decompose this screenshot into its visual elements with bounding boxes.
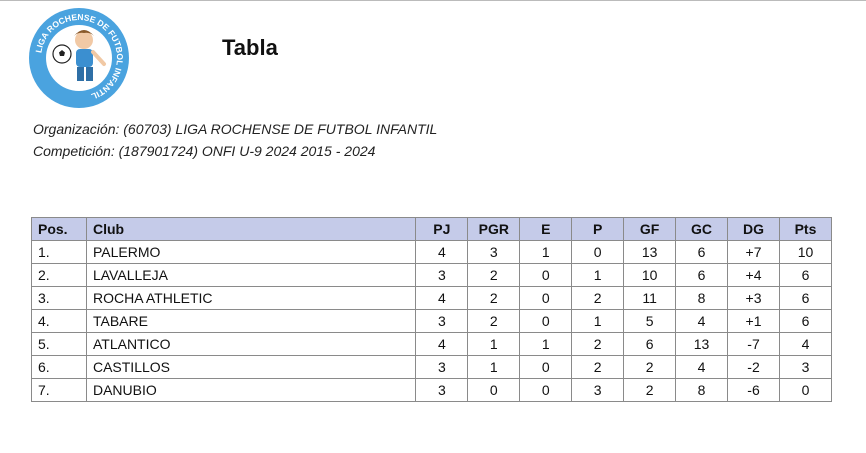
cell-pts: 10 [778, 240, 833, 264]
cell-e: 0 [519, 309, 573, 333]
cell-dg: -2 [727, 355, 780, 379]
cell-club: CASTILLOS [85, 355, 417, 379]
cell-p: 3 [571, 378, 625, 402]
league-logo: LIGA ROCHENSE DE FUTBOL INFANTIL [29, 8, 129, 108]
table-row: 7. DANUBIO 3 0 0 3 2 8 -6 0 [31, 378, 833, 402]
cell-pj: 3 [415, 309, 469, 333]
cell-pj: 3 [415, 378, 469, 402]
table-row: 6. CASTILLOS 3 1 0 2 2 4 -2 3 [31, 355, 833, 379]
cell-pj: 4 [415, 286, 469, 310]
cell-gf: 11 [623, 286, 677, 310]
cell-pos: 7. [31, 378, 87, 402]
cell-e: 0 [519, 355, 573, 379]
cell-pos: 2. [31, 263, 87, 287]
table-row: 4. TABARE 3 2 0 1 5 4 +1 6 [31, 309, 833, 333]
cell-p: 1 [571, 263, 625, 287]
cell-club: TABARE [85, 309, 417, 333]
cell-pgr: 2 [467, 286, 521, 310]
cell-pos: 5. [31, 332, 87, 356]
col-header-gc: GC [675, 217, 729, 241]
col-header-e: E [519, 217, 573, 241]
table-header-row: Pos. Club PJ PGR E P GF GC DG Pts [31, 217, 833, 241]
cell-pj: 4 [415, 240, 469, 264]
col-header-club: Club [85, 217, 417, 241]
cell-pgr: 1 [467, 355, 521, 379]
cell-dg: +4 [727, 263, 780, 287]
cell-pgr: 1 [467, 332, 521, 356]
cell-e: 0 [519, 378, 573, 402]
cell-pos: 6. [31, 355, 87, 379]
cell-pts: 3 [778, 355, 833, 379]
page-title: Tabla [222, 35, 278, 60]
cell-gf: 2 [623, 378, 677, 402]
competition-line: Competición: (187901724) ONFI U-9 2024 2… [33, 143, 376, 159]
cell-p: 2 [571, 355, 625, 379]
col-header-pj: PJ [415, 217, 469, 241]
cell-pj: 4 [415, 332, 469, 356]
cell-pos: 4. [31, 309, 87, 333]
cell-dg: -6 [727, 378, 780, 402]
cell-club: ATLANTICO [85, 332, 417, 356]
cell-dg: -7 [727, 332, 780, 356]
col-header-dg: DG [727, 217, 780, 241]
cell-e: 0 [519, 286, 573, 310]
cell-gc: 13 [675, 332, 729, 356]
cell-club: LAVALLEJA [85, 263, 417, 287]
col-header-gf: GF [623, 217, 677, 241]
cell-pts: 6 [778, 286, 833, 310]
cell-gf: 6 [623, 332, 677, 356]
cell-gc: 6 [675, 240, 729, 264]
cell-dg: +7 [727, 240, 780, 264]
col-header-p: P [571, 217, 625, 241]
cell-dg: +3 [727, 286, 780, 310]
cell-p: 1 [571, 309, 625, 333]
cell-pts: 6 [778, 263, 833, 287]
top-divider [0, 0, 866, 1]
cell-dg: +1 [727, 309, 780, 333]
cell-pos: 3. [31, 286, 87, 310]
standings-table: Pos. Club PJ PGR E P GF GC DG Pts 1. PAL… [31, 217, 833, 402]
cell-gc: 4 [675, 309, 729, 333]
cell-pgr: 2 [467, 309, 521, 333]
cell-pts: 0 [778, 378, 833, 402]
cell-pgr: 0 [467, 378, 521, 402]
cell-club: ROCHA ATHLETIC [85, 286, 417, 310]
cell-pj: 3 [415, 263, 469, 287]
cell-gf: 13 [623, 240, 677, 264]
cell-p: 2 [571, 332, 625, 356]
cell-pts: 4 [778, 332, 833, 356]
cell-pts: 6 [778, 309, 833, 333]
cell-gf: 2 [623, 355, 677, 379]
cell-pos: 1. [31, 240, 87, 264]
table-row: 3. ROCHA ATHLETIC 4 2 0 2 11 8 +3 6 [31, 286, 833, 310]
table-row: 5. ATLANTICO 4 1 1 2 6 13 -7 4 [31, 332, 833, 356]
cell-gc: 8 [675, 286, 729, 310]
cell-p: 2 [571, 286, 625, 310]
cell-e: 1 [519, 240, 573, 264]
cell-club: DANUBIO [85, 378, 417, 402]
organization-line: Organización: (60703) LIGA ROCHENSE DE F… [33, 121, 438, 137]
table-row: 2. LAVALLEJA 3 2 0 1 10 6 +4 6 [31, 263, 833, 287]
cell-club: PALERMO [85, 240, 417, 264]
cell-gc: 4 [675, 355, 729, 379]
col-header-pgr: PGR [467, 217, 521, 241]
cell-pgr: 2 [467, 263, 521, 287]
col-header-pts: Pts [778, 217, 833, 241]
cell-e: 1 [519, 332, 573, 356]
cell-pgr: 3 [467, 240, 521, 264]
cell-gc: 6 [675, 263, 729, 287]
cell-e: 0 [519, 263, 573, 287]
cell-gc: 8 [675, 378, 729, 402]
table-row: 1. PALERMO 4 3 1 0 13 6 +7 10 [31, 240, 833, 264]
cell-gf: 5 [623, 309, 677, 333]
cell-p: 0 [571, 240, 625, 264]
cell-pj: 3 [415, 355, 469, 379]
cell-gf: 10 [623, 263, 677, 287]
col-header-pos: Pos. [31, 217, 87, 241]
